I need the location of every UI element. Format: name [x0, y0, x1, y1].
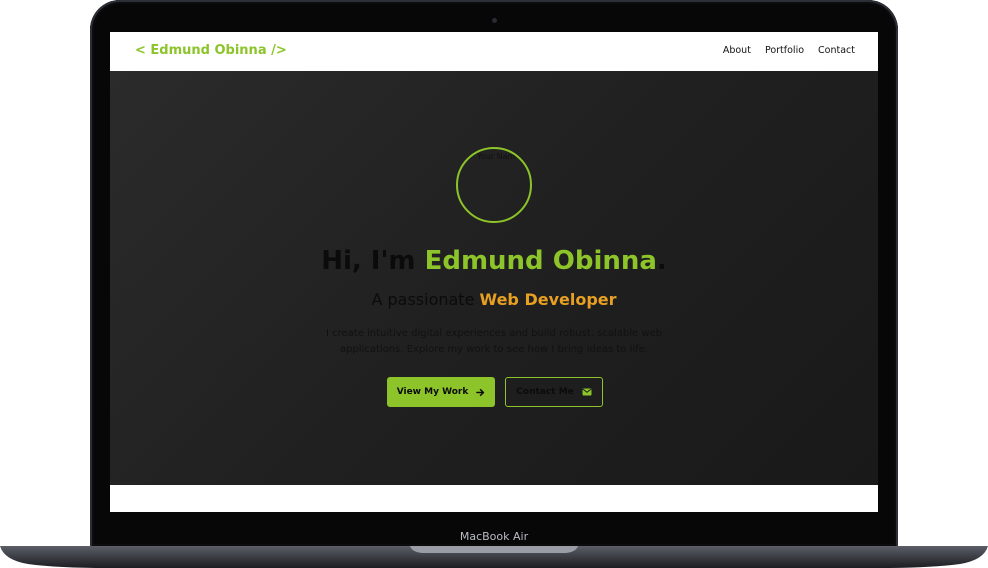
hero-section: Your Nam Hi, I'm Edmund Obinna. A passio… — [110, 71, 878, 485]
laptop-base — [0, 546, 988, 568]
hero-headline: Hi, I'm Edmund Obinna. — [110, 246, 878, 276]
headline-name: Edmund Obinna — [424, 246, 657, 276]
trackpad-notch — [410, 546, 578, 553]
site-navbar: < Edmund Obinna /> About Portfolio Conta… — [110, 32, 878, 71]
avatar: Your Nam — [456, 147, 532, 223]
headline-period: . — [656, 246, 667, 276]
headline-greeting: Hi, I'm — [321, 246, 425, 276]
camera-icon — [492, 18, 497, 23]
laptop-screen: < Edmund Obinna /> About Portfolio Conta… — [110, 32, 878, 512]
avatar-alt-text: Your Nam — [477, 152, 516, 161]
contact-me-label: Contact Me — [516, 387, 574, 397]
model-label: MacBook Air — [459, 530, 529, 543]
nav-link-contact[interactable]: Contact — [818, 45, 855, 56]
hero-subtitle: A passionate Web Developer — [110, 290, 878, 309]
subtitle-prefix: A passionate — [371, 290, 480, 309]
nav-link-about[interactable]: About — [723, 45, 751, 56]
brand-logo[interactable]: < Edmund Obinna /> — [135, 43, 287, 58]
laptop-mockup: < Edmund Obinna /> About Portfolio Conta… — [0, 0, 988, 568]
contact-me-button[interactable]: Contact Me — [505, 377, 603, 407]
arrow-right-icon — [476, 388, 485, 397]
view-my-work-button[interactable]: View My Work — [387, 377, 495, 407]
hero-description: I create intuitive digital experiences a… — [325, 328, 663, 355]
envelope-icon — [582, 388, 592, 396]
view-my-work-label: View My Work — [396, 387, 469, 397]
nav-link-portfolio[interactable]: Portfolio — [765, 45, 804, 56]
nav-links: About Portfolio Contact — [723, 45, 855, 56]
subtitle-role: Web Developer — [479, 290, 617, 309]
next-section-strip — [110, 485, 878, 512]
